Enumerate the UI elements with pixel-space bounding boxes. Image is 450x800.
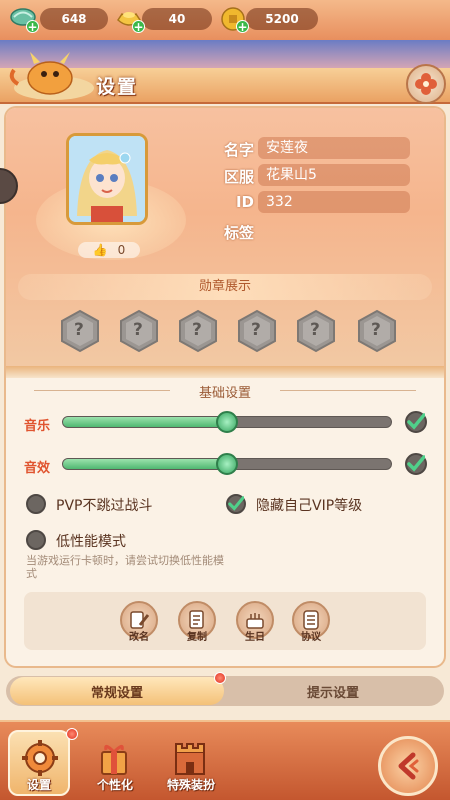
page-title: 设置 xyxy=(96,76,139,98)
music-slider-knob[interactable] xyxy=(216,411,238,433)
flower-menu-button[interactable] xyxy=(406,64,446,104)
avatar[interactable] xyxy=(66,133,148,225)
id-label: ID xyxy=(235,193,254,211)
avatar-portrait-icon xyxy=(69,136,145,222)
copy-label: 复制 xyxy=(187,632,207,643)
jade-count: 648 xyxy=(61,12,87,26)
medal-unknown-mark: ? xyxy=(371,320,381,340)
pvp-checkbox[interactable] xyxy=(26,494,46,514)
dragon-mascot-icon xyxy=(4,44,100,104)
music-label: 音乐 xyxy=(24,419,51,434)
tag-label: 标签 xyxy=(223,224,254,242)
medal-unknown-mark: ? xyxy=(74,320,84,340)
nav-settings-badge xyxy=(66,728,78,740)
jade-add-icon[interactable]: + xyxy=(26,20,39,34)
hide-vip-label: 隐藏自己VIP等级 xyxy=(256,498,363,514)
section-divider xyxy=(6,366,444,378)
hide-vip-checkbox[interactable] xyxy=(226,494,246,514)
name-label: 名字 xyxy=(223,141,254,159)
medal-unknown-mark: ? xyxy=(133,320,143,340)
nav-special-outfit-label: 特殊装扮 xyxy=(166,778,215,792)
thumbs-up-icon: 👍 xyxy=(92,243,108,257)
nav-personalize-label: 个性化 xyxy=(96,778,133,792)
tab-notification-badge xyxy=(214,672,226,684)
sound-toggle[interactable] xyxy=(405,453,427,475)
medal-unknown-mark: ? xyxy=(192,320,202,340)
rename-label: 改名 xyxy=(129,632,149,643)
coin-add-icon[interactable]: + xyxy=(236,20,249,34)
medal-showcase-header: 勋章展示 xyxy=(18,274,432,300)
name-field: 安莲夜 xyxy=(258,137,410,159)
agreement-label: 协议 xyxy=(301,632,321,643)
sound-slider-knob[interactable] xyxy=(216,453,238,475)
flower-icon xyxy=(415,73,437,95)
tab-general-settings[interactable]: 常规设置 xyxy=(10,677,224,705)
jade-counter[interactable]: 648 xyxy=(40,8,108,30)
checkmark-icon xyxy=(407,455,425,472)
back-arrow-icon xyxy=(398,752,419,780)
server-field: 花果山5 xyxy=(258,164,410,186)
coin-counter[interactable]: 5200 xyxy=(246,8,318,30)
tools-box xyxy=(24,592,426,650)
ingot-add-icon[interactable]: + xyxy=(132,20,145,34)
checkmark-icon xyxy=(228,496,244,511)
birthday-label: 生日 xyxy=(245,632,265,643)
ingot-count: 40 xyxy=(168,12,186,26)
like-counter[interactable]: 👍 0 xyxy=(78,242,140,258)
ingot-counter[interactable]: 40 xyxy=(142,8,212,30)
low-perf-label: 低性能模式 xyxy=(56,534,126,550)
back-button[interactable] xyxy=(378,736,438,796)
sound-label: 音效 xyxy=(24,461,51,476)
tab-notice-settings[interactable]: 提示设置 xyxy=(226,677,440,705)
pvp-label: PVP不跳过战斗 xyxy=(56,498,153,514)
music-toggle[interactable] xyxy=(405,411,427,433)
medal-unknown-mark: ? xyxy=(310,320,320,340)
server-label: 区服 xyxy=(223,168,254,186)
medal-unknown-mark: ? xyxy=(251,320,261,340)
id-field: 332 xyxy=(258,191,410,213)
low-perf-checkbox[interactable] xyxy=(26,530,46,550)
sound-slider-fill xyxy=(63,459,227,469)
checkmark-icon xyxy=(407,413,425,430)
coin-count: 5200 xyxy=(265,12,299,26)
basic-settings-title: 基础设置 xyxy=(198,386,251,401)
nav-settings-label: 设置 xyxy=(26,778,51,792)
music-slider-fill xyxy=(63,417,227,427)
like-count: 0 xyxy=(117,243,126,257)
low-perf-hint: 当游戏运行卡顿时，请尝试切换低性能模式 xyxy=(26,554,224,580)
